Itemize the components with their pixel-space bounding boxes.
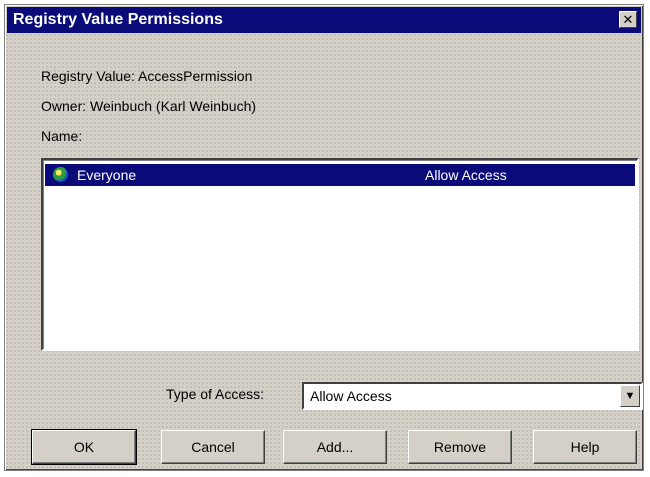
type-of-access-value: Allow Access [310, 388, 392, 404]
type-of-access-select[interactable]: Allow Access ▼ [302, 382, 643, 410]
name-label: Name: [41, 128, 83, 144]
window-title: Registry Value Permissions [13, 11, 223, 28]
cancel-button[interactable]: Cancel [161, 430, 265, 464]
list-item-name: Everyone [77, 167, 137, 183]
remove-button[interactable]: Remove [408, 430, 512, 464]
add-button[interactable]: Add... [283, 430, 387, 464]
list-item[interactable]: Everyone Allow Access [45, 164, 635, 186]
type-of-access-label: Type of Access: [166, 386, 265, 402]
ok-button[interactable]: OK [31, 429, 137, 465]
help-button[interactable]: Help [533, 430, 637, 464]
chevron-down-icon: ▼ [624, 390, 636, 402]
title-bar[interactable]: Registry Value Permissions ✕ [7, 7, 641, 33]
list-item-access: Allow Access [425, 167, 507, 183]
close-button[interactable]: ✕ [619, 11, 637, 28]
close-icon: ✕ [622, 12, 634, 27]
registry-permissions-dialog: Registry Value Permissions ✕ Registry Va… [4, 4, 644, 471]
registry-value-text: Registry Value: AccessPermission [41, 68, 253, 84]
permissions-list[interactable]: Everyone Allow Access [41, 158, 639, 351]
dropdown-button[interactable]: ▼ [620, 385, 640, 407]
globe-icon [53, 167, 68, 182]
owner-text: Owner: Weinbuch (Karl Weinbuch) [41, 98, 257, 114]
